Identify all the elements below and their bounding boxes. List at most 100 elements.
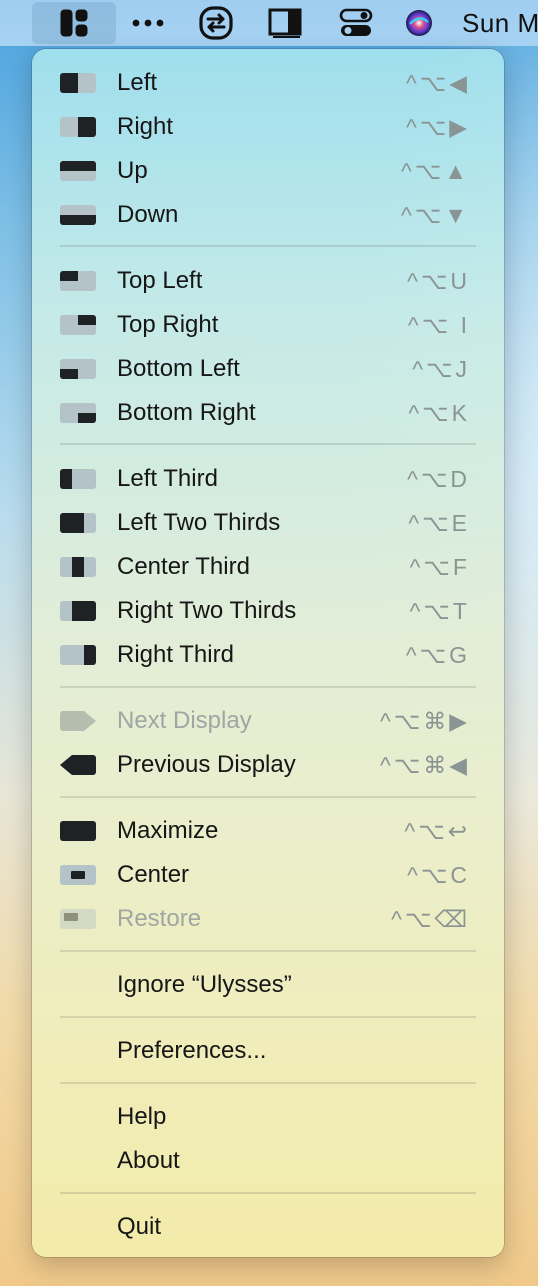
top-right-icon — [60, 315, 96, 335]
sync-icon — [199, 6, 233, 40]
menu-item-label: Preferences... — [117, 1037, 267, 1064]
center-icon — [60, 865, 96, 885]
previous-display-icon — [60, 755, 96, 775]
menu-item-label: Top Left — [117, 267, 203, 294]
menu-item-shortcut: ^⌥K — [408, 400, 470, 426]
bottom-right-icon — [60, 403, 96, 423]
menu-item-shortcut: ^⌥⌘▶ — [380, 708, 470, 734]
sidebar-menu-extra[interactable] — [266, 0, 306, 46]
menu-separator — [60, 1192, 476, 1194]
menu-item-right[interactable]: Right ^⌥▶ — [32, 105, 504, 149]
menu-item-preferences[interactable]: Preferences... — [32, 1029, 504, 1073]
menu-item-about[interactable]: About — [32, 1139, 504, 1183]
menu-item-label: Center Third — [117, 553, 250, 580]
menu-item-next-display[interactable]: Next Display ^⌥⌘▶ — [32, 699, 504, 743]
menu-item-label: Right Third — [117, 641, 234, 668]
more-menu-extra[interactable] — [128, 0, 168, 46]
menu-item-down[interactable]: Down ^⌥▼ — [32, 193, 504, 237]
siri-menu-extra[interactable] — [400, 0, 438, 46]
menu-item-label: Center — [117, 861, 190, 888]
rectangle-menu-extra[interactable] — [32, 2, 116, 44]
menu-item-left[interactable]: Left ^⌥◀ — [32, 61, 504, 105]
menu-item-shortcut: ^⌥T — [409, 598, 470, 624]
top-half-icon — [60, 161, 96, 181]
menu-item-right-two-thirds[interactable]: Right Two Thirds ^⌥T — [32, 589, 504, 633]
menu-item-label: About — [117, 1147, 180, 1174]
menu-item-help[interactable]: Help — [32, 1095, 504, 1139]
menu-item-shortcut: ^⌥↩ — [404, 818, 470, 844]
control-center-menu-extra[interactable] — [336, 0, 376, 46]
menu-item-quit[interactable]: Quit — [32, 1205, 504, 1249]
menu-item-shortcut: ^⌥F — [409, 554, 470, 580]
menu-item-shortcut: ^⌥G — [405, 642, 470, 668]
menu-item-right-third[interactable]: Right Third ^⌥G — [32, 633, 504, 677]
menu-item-label: Bottom Left — [117, 355, 240, 382]
menu-item-previous-display[interactable]: Previous Display ^⌥⌘◀ — [32, 743, 504, 787]
menu-item-shortcut: ^⌥▶ — [406, 114, 470, 140]
menu-item-label: Down — [117, 201, 179, 228]
menu-item-label: Maximize — [117, 817, 219, 844]
menu-item-label: Help — [117, 1103, 167, 1130]
clock-text: Sun M — [462, 7, 538, 38]
menu-item-ignore-app[interactable]: Ignore “Ulysses” — [32, 963, 504, 1007]
menu-item-label: Left Third — [117, 465, 218, 492]
menu-item-up[interactable]: Up ^⌥▲ — [32, 149, 504, 193]
menu-item-label: Previous Display — [117, 751, 296, 778]
left-two-thirds-icon — [60, 513, 96, 533]
sidebar-window-icon — [268, 8, 302, 38]
menu-item-bottom-left[interactable]: Bottom Left ^⌥J — [32, 347, 504, 391]
rectangle-dropdown-menu: Left ^⌥◀ Right ^⌥▶ Up ^⌥▲ Down ^⌥▼ Top L… — [32, 49, 504, 1257]
menu-separator — [60, 443, 476, 445]
menu-item-label: Quit — [117, 1213, 162, 1240]
menu-item-label: Right — [117, 113, 174, 140]
menu-item-label: Bottom Right — [117, 399, 256, 426]
center-third-icon — [60, 557, 96, 577]
menu-item-shortcut: ^⌥▲ — [400, 158, 470, 184]
control-center-icon — [339, 8, 373, 36]
menu-separator — [60, 1082, 476, 1084]
menu-item-label: Left — [117, 69, 158, 96]
menu-item-maximize[interactable]: Maximize ^⌥↩ — [32, 809, 504, 853]
top-left-icon — [60, 271, 96, 291]
sync-menu-extra[interactable] — [196, 0, 236, 46]
menubar-clock[interactable]: Sun M — [462, 0, 538, 46]
menu-item-label: Restore — [117, 905, 202, 932]
menu-item-label: Ignore “Ulysses” — [117, 971, 292, 998]
menu-item-shortcut: ^⌥◀ — [406, 70, 470, 96]
left-third-icon — [60, 469, 96, 489]
menu-item-shortcut: ^⌥▼ — [400, 202, 470, 228]
menu-item-shortcut: ^⌥⌫ — [391, 906, 470, 932]
left-half-icon — [60, 73, 96, 93]
menu-item-label: Top Right — [117, 311, 219, 338]
right-two-thirds-icon — [60, 601, 96, 621]
menu-item-label: Up — [117, 157, 148, 184]
right-half-icon — [60, 117, 96, 137]
more-dots-icon — [132, 19, 164, 27]
menu-item-left-two-thirds[interactable]: Left Two Thirds ^⌥E — [32, 501, 504, 545]
menu-separator — [60, 686, 476, 688]
bottom-half-icon — [60, 205, 96, 225]
right-third-icon — [60, 645, 96, 665]
menu-item-top-left[interactable]: Top Left ^⌥U — [32, 259, 504, 303]
menu-item-shortcut: ^⌥C — [407, 862, 470, 888]
menu-item-center-third[interactable]: Center Third ^⌥F — [32, 545, 504, 589]
restore-icon — [60, 909, 96, 929]
menu-item-restore[interactable]: Restore ^⌥⌫ — [32, 897, 504, 941]
bottom-left-icon — [60, 359, 96, 379]
menu-separator — [60, 1016, 476, 1018]
menu-item-shortcut: ^⌥D — [407, 466, 470, 492]
next-display-icon — [60, 711, 96, 731]
menu-item-label: Left Two Thirds — [117, 509, 281, 536]
menu-item-shortcut: ^⌥E — [408, 510, 470, 536]
menu-item-shortcut: ^⌥J — [412, 356, 470, 382]
rectangle-app-icon — [60, 9, 88, 37]
siri-icon — [406, 10, 432, 36]
menu-item-top-right[interactable]: Top Right ^⌥ I — [32, 303, 504, 347]
menu-item-left-third[interactable]: Left Third ^⌥D — [32, 457, 504, 501]
menu-item-center[interactable]: Center ^⌥C — [32, 853, 504, 897]
menu-separator — [60, 950, 476, 952]
menu-item-shortcut: ^⌥⌘◀ — [380, 752, 470, 778]
menu-separator — [60, 796, 476, 798]
menu-item-bottom-right[interactable]: Bottom Right ^⌥K — [32, 391, 504, 435]
menu-bar: Sun M — [0, 0, 538, 46]
